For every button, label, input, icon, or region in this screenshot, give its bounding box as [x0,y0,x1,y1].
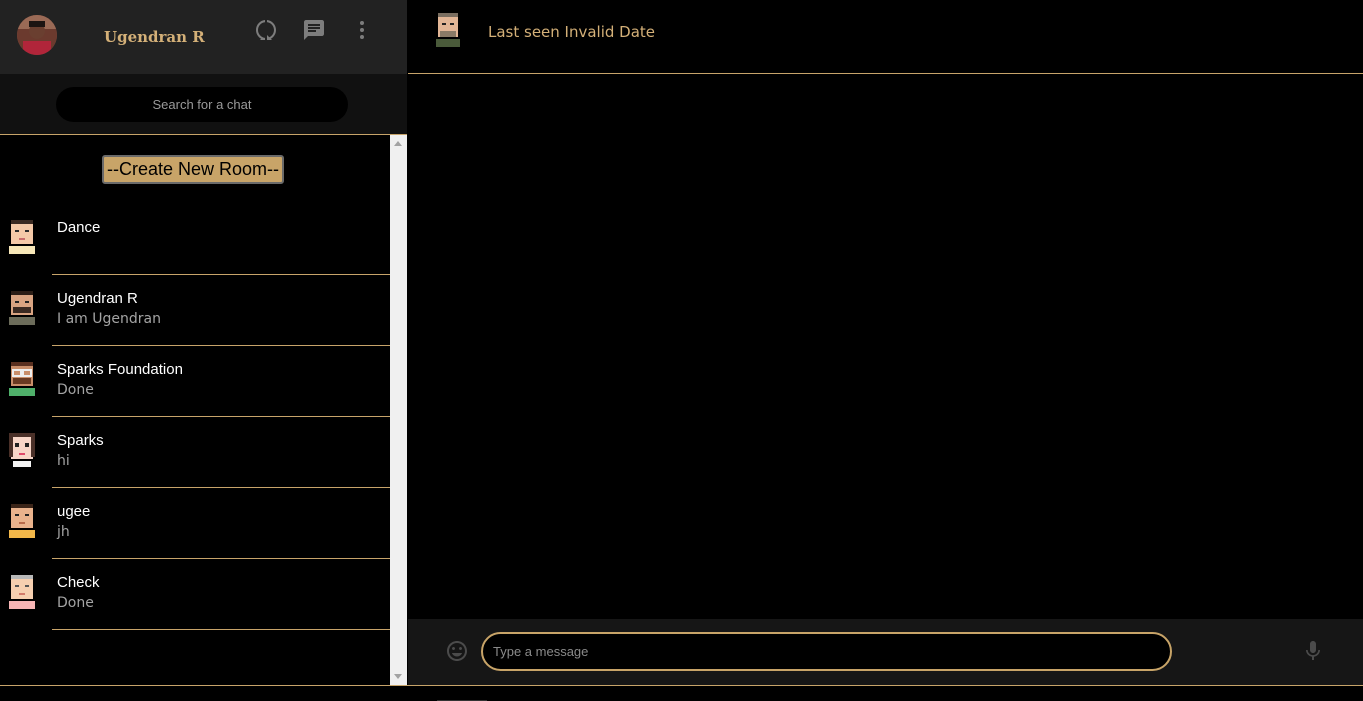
chat-last-message: Done [57,595,94,611]
search-bar [0,74,407,135]
chat-name: ugee [57,503,91,520]
chat-list: --Create New Room-- Dance Ugendran R I a… [0,135,390,685]
chat-icon[interactable] [302,18,326,42]
scroll-up-arrow-icon[interactable] [394,141,402,146]
chat-avatar[interactable] [432,13,464,47]
chat-name: Ugendran R [57,290,138,307]
sidebar-header: Ugendran R [0,0,407,74]
avatar [9,575,35,609]
user-avatar[interactable] [17,15,57,55]
user-name: Ugendran R [104,28,205,46]
chat-name: Dance [57,219,101,236]
chat-item-sparks-foundation[interactable]: Sparks Foundation Done [0,346,390,417]
chat-header: Last seen Invalid Date [408,0,1363,74]
chat-name: Check [57,574,100,591]
mic-icon[interactable] [1301,639,1325,663]
chat-item-ugendran-r[interactable]: Ugendran R I am Ugendran [0,275,390,346]
chat-last-message: hi [57,453,70,469]
more-vert-icon[interactable] [350,18,374,42]
emoji-icon[interactable] [445,639,469,663]
chat-list-scrollbar[interactable] [390,135,407,685]
avatar [9,362,35,396]
chat-panel: Last seen Invalid Date [408,0,1363,685]
chat-item-sparks[interactable]: Sparks hi [0,417,390,488]
chat-last-message: jh [57,524,70,540]
search-input[interactable] [56,87,348,122]
avatar [9,433,35,467]
chat-item-dance[interactable]: Dance [0,204,390,275]
chat-last-message: Done [57,382,94,398]
status-icon[interactable] [254,18,278,42]
avatar [9,220,35,254]
chat-name: Sparks Foundation [57,361,183,378]
message-input[interactable] [481,632,1172,671]
message-area [408,75,1363,619]
avatar [9,504,35,538]
chat-last-message: I am Ugendran [57,311,161,327]
sidebar: Ugendran R --Create New Room-- Dance [0,0,407,685]
last-seen-text: Last seen Invalid Date [488,23,656,41]
divider [52,629,390,630]
create-room-button[interactable]: --Create New Room-- [102,155,284,184]
scroll-down-arrow-icon[interactable] [394,674,402,679]
chat-item-check[interactable]: Check Done [0,559,390,630]
chat-name: Sparks [57,432,104,449]
avatar [9,291,35,325]
bottom-border [0,685,1363,701]
chat-item-ugee[interactable]: ugee jh [0,488,390,559]
chat-footer [408,619,1363,685]
